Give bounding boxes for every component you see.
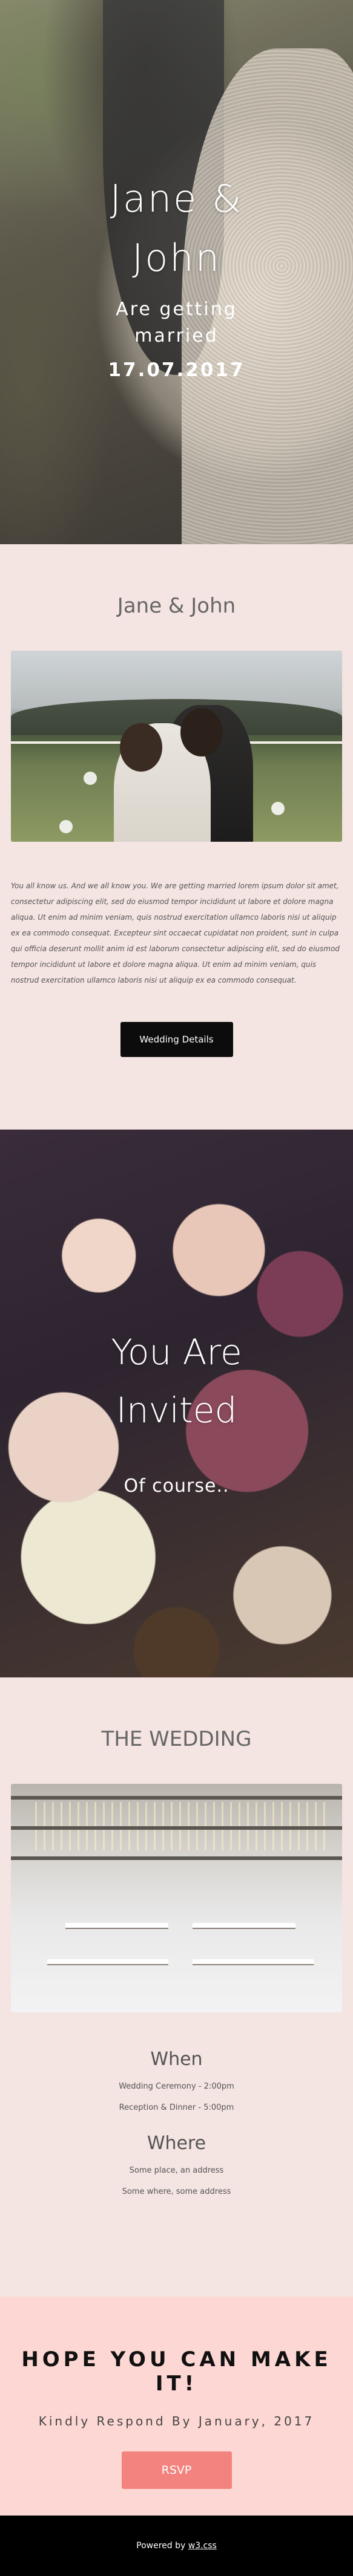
- rsvp-title: HOPE YOU CAN MAKE IT!: [21, 2347, 332, 2396]
- wedding-hall-photo: [11, 1784, 342, 2012]
- event-details: When Wedding Ceremony - 2:00pm Reception…: [0, 2049, 353, 2196]
- invited-title: You Are Invited: [111, 1332, 242, 1431]
- story-paragraph: You all know us. And we all know you. We…: [11, 882, 340, 984]
- invited-section: You Are Invited Of course..: [0, 1130, 353, 1677]
- where-line: Some where, some address: [122, 2187, 231, 2196]
- when-line: Wedding Ceremony - 2:00pm: [119, 2082, 234, 2091]
- invited-text: You Are Invited Of course..: [0, 1323, 353, 1497]
- couple-photo: [11, 651, 342, 842]
- invited-subtitle: Of course..: [124, 1475, 229, 1497]
- story-title: Jane & John: [117, 594, 236, 618]
- where-line: Some place, an address: [129, 2166, 224, 2175]
- hero-date: 17.07.2017: [108, 359, 245, 381]
- rsvp-subtitle: Kindly Respond By January, 2017: [38, 2414, 315, 2428]
- footer: Powered by w3.css: [0, 2516, 353, 2576]
- hero-section: Jane & John Are getting married 17.07.20…: [0, 0, 353, 544]
- hero-text: Jane & John Are getting married 17.07.20…: [0, 169, 353, 381]
- rsvp-button[interactable]: RSVP: [121, 2451, 232, 2489]
- footer-link[interactable]: w3.css: [188, 2541, 217, 2551]
- when-heading: When: [150, 2049, 203, 2070]
- story-section: Jane & John You all know us. And we all …: [0, 544, 353, 1130]
- hero-title: Jane & John: [110, 177, 243, 280]
- footer-prefix: Powered by: [136, 2541, 188, 2551]
- where-heading: Where: [147, 2133, 206, 2154]
- hero-subtitle: Are getting married: [116, 299, 237, 346]
- rsvp-section: HOPE YOU CAN MAKE IT! Kindly Respond By …: [0, 2297, 353, 2516]
- when-line: Reception & Dinner - 5:00pm: [119, 2103, 234, 2112]
- wedding-title: THE WEDDING: [101, 1727, 252, 1751]
- wedding-section: THE WEDDING When Wedding Ceremony - 2:00…: [0, 1677, 353, 2297]
- wedding-details-button[interactable]: Wedding Details: [120, 1022, 233, 1057]
